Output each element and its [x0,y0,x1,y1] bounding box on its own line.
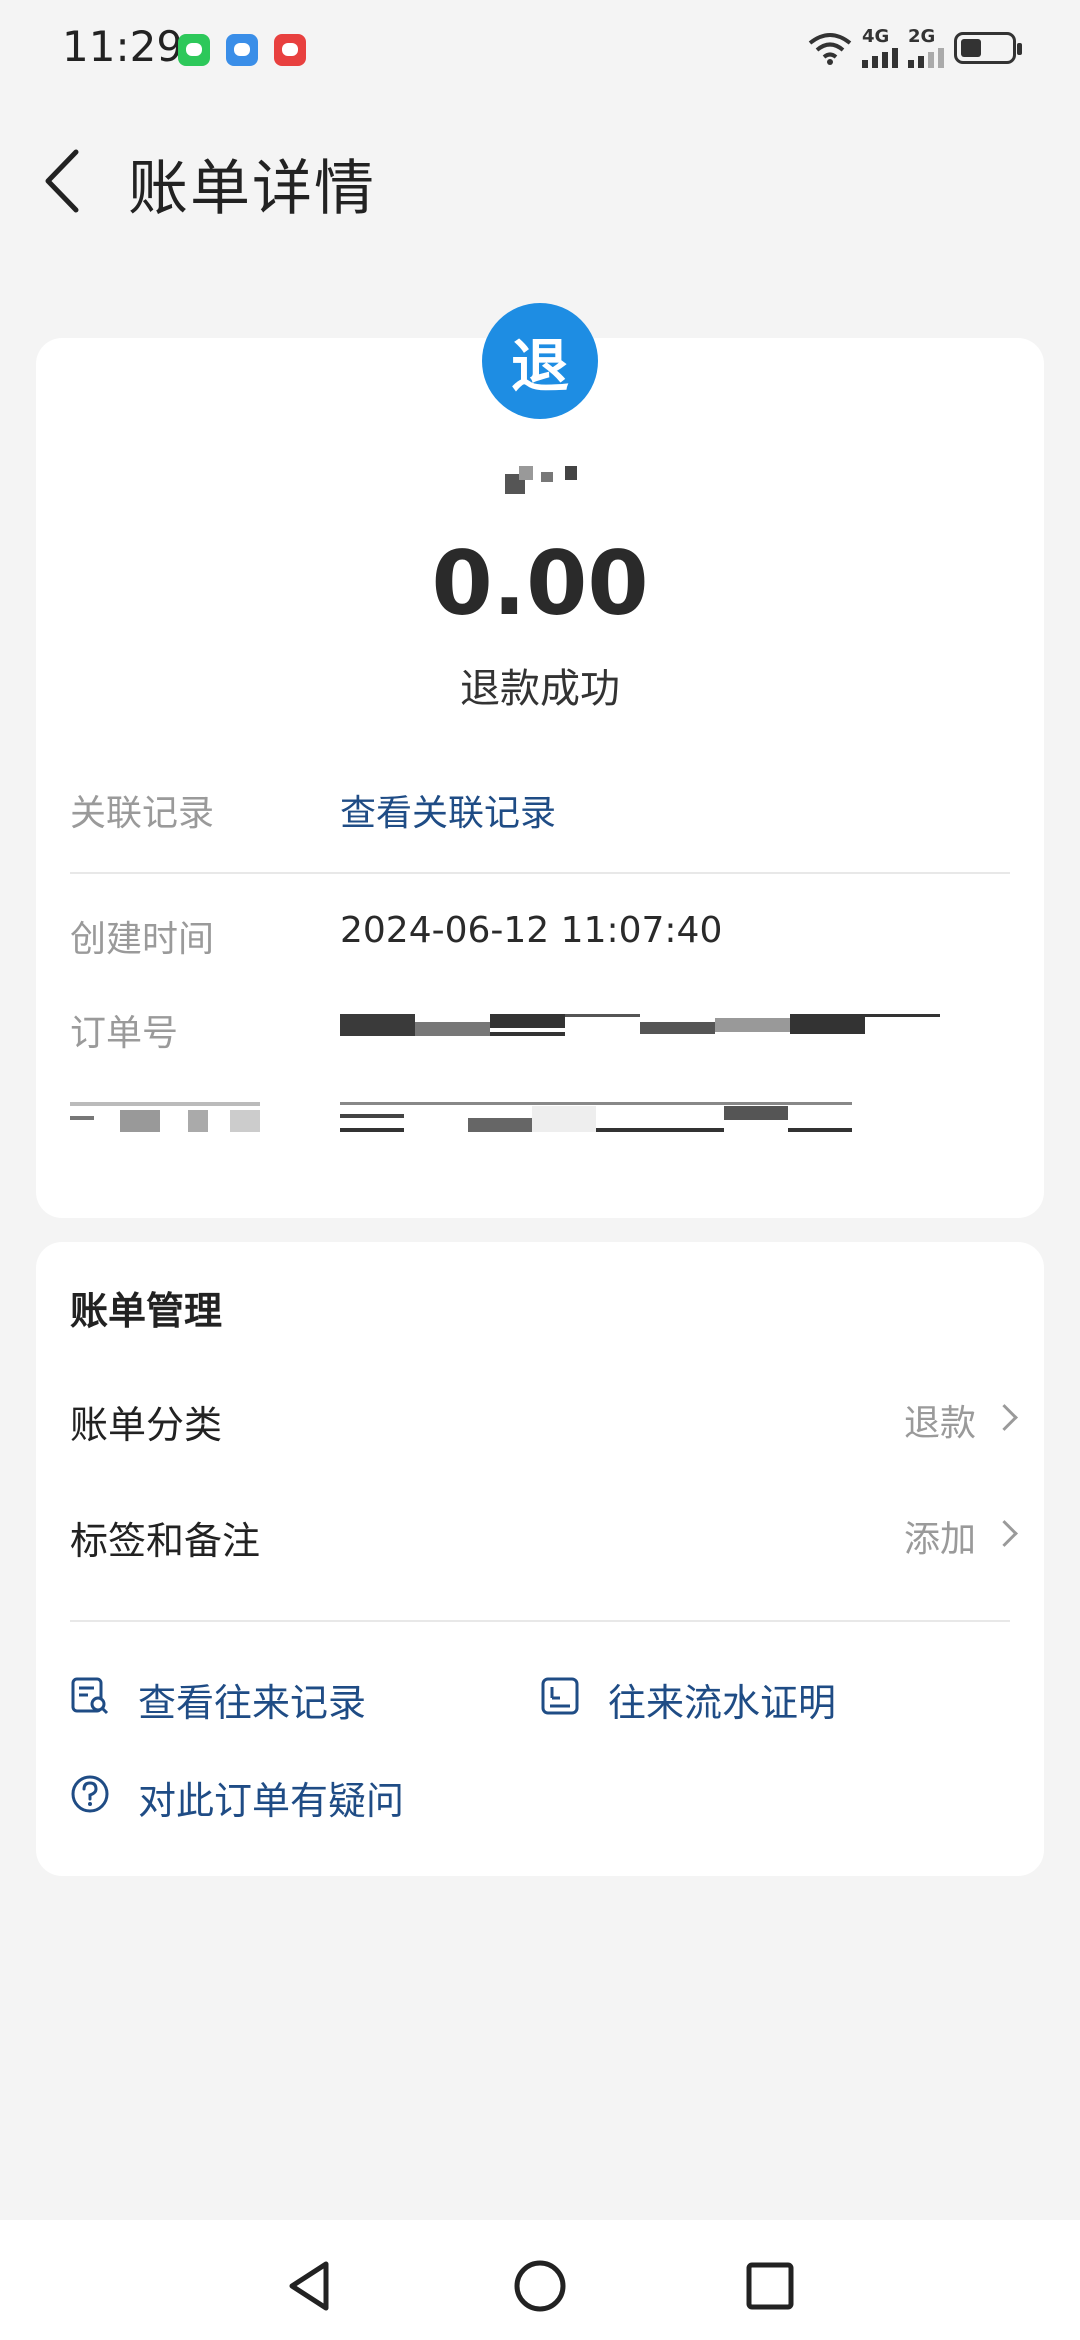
merchant-name-redacted [505,460,577,496]
wechat-icon [178,34,210,66]
status-time: 11:29 [62,22,184,71]
refund-badge-icon: 退 [482,303,598,419]
system-nav-bar [0,2220,1080,2340]
divider [70,872,1010,874]
view-history-label: 查看往来记录 [138,1681,367,1725]
field-label-redacted [70,1102,260,1132]
signal-icon [862,46,898,68]
created-time-label: 创建时间 [70,919,215,960]
signal-2g: 2G [908,28,944,68]
created-time-value: 2024-06-12 11:07:40 [340,910,723,951]
wifi-icon [808,33,852,65]
network-label-1: 4G [862,26,890,47]
tags-notes-row[interactable]: 标签和备注 添加 [36,1494,1044,1574]
related-record-label: 关联记录 [70,793,215,834]
system-icons: 4G 2G [808,28,1022,68]
chevron-left-icon [45,149,79,213]
bill-category-label: 账单分类 [70,1403,223,1447]
view-related-record-link[interactable]: 查看关联记录 [340,784,556,836]
order-question-label: 对此订单有疑问 [138,1779,405,1823]
square-recents-icon [746,2262,794,2310]
divider [70,1620,1010,1622]
bill-category-row[interactable]: 账单分类 退款 [36,1378,1044,1458]
bill-status: 退款成功 [460,666,620,712]
battery-icon [954,32,1022,64]
order-number-redacted [340,1012,940,1040]
circle-home-icon [514,2260,566,2312]
page-title: 账单详情 [128,154,376,224]
triangle-back-icon [289,2261,329,2311]
tags-notes-label: 标签和备注 [70,1519,261,1563]
view-history-button[interactable]: 查看往来记录 [70,1666,430,1726]
back-button[interactable] [40,146,84,216]
weather-icon [226,34,258,66]
nav-recents-button[interactable] [740,2256,800,2316]
statement-label: 往来流水证明 [608,1681,837,1725]
record-search-icon [71,1677,109,1715]
bill-amount: 0.00 [431,532,649,635]
bill-category-value: 退款 [903,1403,976,1444]
chevron-right-icon [991,1404,1018,1431]
question-circle-icon [71,1775,109,1813]
tags-notes-value: 添加 [903,1519,976,1560]
nav-back-button[interactable] [280,2256,340,2316]
statement-button[interactable]: 往来流水证明 [540,1666,900,1726]
red-app-icon [274,34,306,66]
section-title-bill-management: 账单管理 [70,1289,223,1333]
network-label-2: 2G [908,26,936,47]
order-question-button[interactable]: 对此订单有疑问 [70,1764,490,1824]
chevron-right-icon [991,1520,1018,1547]
document-icon [541,1677,579,1715]
signal-icon [908,46,944,68]
signal-4g: 4G [862,28,898,68]
order-number-label: 订单号 [70,1013,179,1054]
nav-home-button[interactable] [510,2256,570,2316]
field-value-redacted [340,1100,852,1134]
status-bar: 11:29 4G 2G [0,0,1080,100]
